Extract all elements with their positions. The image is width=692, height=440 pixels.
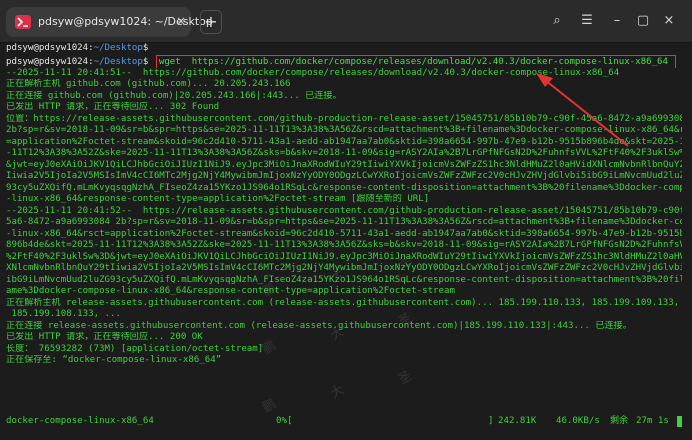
download-progress-line: docker-compose-linux-x86_64 0%[] 242.81K 46…: [6, 415, 682, 427]
minimize-button[interactable]: –: [606, 10, 628, 32]
output-line: 长度： 76593282 (73M) [application/octet-st…: [6, 343, 264, 354]
prompt-dollar: $: [142, 43, 149, 53]
prompt-path: ~/Desktop: [93, 56, 143, 67]
output-line: 5a6-8472-a9a6993084 2b?sp=r&sv=2018-11-0…: [6, 217, 682, 227]
prompt-line: pdsyw@pdsyw1024:~/Desktop$: [6, 43, 682, 55]
output-line: 正在保存至: “docker-compose-linux-x86_64”: [6, 355, 222, 365]
progress-percent: 0%[: [276, 416, 293, 426]
prompt-path: ~/Desktop: [93, 43, 143, 53]
output-line: XNlcmNvbnRlbnQuY29tIiwia2V5IjoIa2V5MSIsI…: [6, 263, 682, 273]
output-line: 正在连接 release-assets.githubusercontent.co…: [6, 320, 632, 331]
output-line: ame%3Ddocker-compose-linux-x86_64&respon…: [6, 286, 455, 296]
prompt-dollar: $: [142, 56, 154, 67]
output-line: %2FtF40%2F3uklSw%3D&jwt=eyJ0eXAiOiJKV1Qi…: [6, 251, 682, 262]
output-line: 2b?sp=r&sv=2018-11-09&sr=b&spr=https&se=…: [6, 125, 682, 135]
progress-eta-label: 剩余: [610, 416, 629, 426]
progress-eta: 27m 1s: [636, 416, 669, 426]
maximize-button[interactable]: ▢: [632, 10, 654, 32]
output-line: 185.199.108.133, ...: [6, 309, 121, 319]
command-output: --2025-11-11 20:41:51-- https://github.c…: [6, 68, 682, 367]
tab-close-icon[interactable]: ×: [176, 14, 186, 28]
prompt-user: pdsyw@pdsyw1024: [6, 43, 89, 53]
output-line: -linux-x86_64&rsct=application%2Foctet-s…: [6, 228, 682, 239]
terminal-app-icon: [15, 15, 31, 29]
wget-command: wget https://github.com/docker/compose/r…: [158, 56, 674, 67]
output-line: 93cy5uZXQifQ.mLmKvyqsqgNzhA_FIseoZ4za15Y…: [6, 182, 682, 193]
new-tab-button[interactable]: +: [200, 10, 222, 34]
highlighted-command-box: wget https://github.com/docker/compose/r…: [155, 54, 677, 68]
output-line: --2025-11-11 20:41:51-- https://github.c…: [6, 67, 620, 78]
progress-speed: 46.0KB/s: [556, 416, 600, 426]
output-line: 位置：https://release-assets.githubusercont…: [6, 113, 682, 124]
prompt-user: pdsyw@pdsyw1024: [6, 56, 89, 67]
command-line: pdsyw@pdsyw1024:~/Desktop$ wget https://…: [6, 54, 682, 68]
terminal-tab[interactable]: pdsyw@pdsyw1024: ~/Desktop ×: [6, 7, 213, 37]
output-line: Iiwia2V5IjoIa2V5MSIsImV4cCI6MTc2Mjg2NjY4…: [6, 171, 682, 181]
output-line: 已发出 HTTP 请求，正在等待回应... 302 Found: [6, 102, 220, 112]
watermark-char: 大: [328, 382, 347, 402]
output-line: &jwt=eyJ0eXAiOiJKV1QiLCJhbGciOiJIUzI1NiJ…: [6, 159, 682, 170]
terminal-output: pdsyw@pdsyw1024:~/Desktop$ pdsyw@pdsyw10…: [6, 43, 682, 367]
output-line: --2025-11-11 20:41:52-- https://release-…: [6, 205, 682, 216]
menu-icon[interactable]: ☰: [576, 10, 598, 32]
watermark-char: 鹏: [260, 396, 279, 416]
title-bar: pdsyw@pdsyw1024: ~/Desktop × + ⌕ ☰ – ▢ ×: [0, 0, 692, 43]
output-line: 896b4de&skt=2025-11-11T12%3A38%3A52Z&ske…: [6, 240, 682, 250]
close-button[interactable]: ×: [658, 10, 680, 32]
terminal-cursor: [677, 416, 682, 427]
terminal-area[interactable]: pdsyw@pdsyw1024:~/Desktop$ pdsyw@pdsyw10…: [0, 43, 692, 440]
output-line: 正在解析主机 release-assets.githubusercontent.…: [6, 297, 680, 308]
progress-bar-end: ]: [488, 416, 494, 426]
tab-title: pdsyw@pdsyw1024: ~/Desktop: [38, 15, 213, 28]
watermark-char: 圣: [396, 368, 415, 388]
output-line: -linux-x86_64&response-content-type=appl…: [6, 194, 430, 204]
output-line: 正在连接 github.com (github.com)|20.205.243.…: [6, 90, 342, 101]
progress-downloaded: 242.81K: [498, 416, 537, 426]
output-line: -11T12%3A38%3A52Z&ske=2025-11-11T13%3A38…: [6, 148, 682, 158]
output-line: =application%2Foctet-stream&skoid=96c2d4…: [6, 136, 682, 147]
search-icon[interactable]: ⌕: [546, 10, 568, 32]
output-line: 正在解析主机 github.com (github.com)... 20.205…: [6, 79, 291, 89]
progress-filename: docker-compose-linux-x86_64: [6, 416, 154, 426]
